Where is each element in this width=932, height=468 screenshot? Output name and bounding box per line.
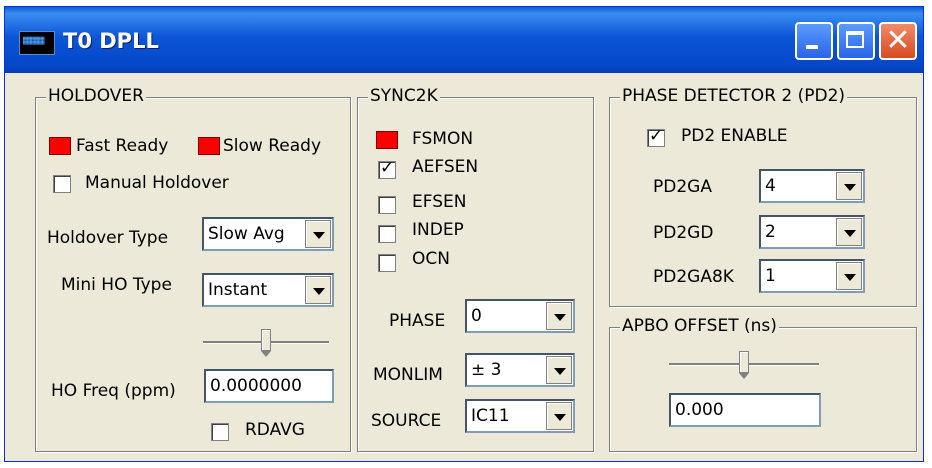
fsmon-label: FSMON bbox=[412, 129, 474, 149]
apbo-offset-value: 0.000 bbox=[675, 400, 724, 420]
phase-value: 0 bbox=[471, 306, 482, 326]
monlim-label: MONLIM bbox=[373, 365, 443, 385]
sync2k-title: SYNC2K bbox=[368, 86, 440, 106]
maximize-button[interactable] bbox=[837, 22, 875, 60]
check-icon: ✓ bbox=[649, 126, 664, 146]
source-label: SOURCE bbox=[371, 411, 442, 431]
minimize-icon bbox=[806, 45, 818, 49]
phase-select[interactable]: 0 bbox=[465, 299, 575, 333]
holdover-type-label: Holdover Type bbox=[47, 228, 169, 248]
mini-ho-type-select[interactable]: Instant bbox=[202, 273, 334, 307]
window-title: T0 DPLL bbox=[63, 29, 159, 53]
monlim-select[interactable]: ± 3 bbox=[465, 353, 575, 387]
pd2ga8k-value: 1 bbox=[765, 266, 776, 286]
pd2-enable-checkbox[interactable]: ✓ bbox=[647, 126, 665, 147]
t0-dpll-window: ▦▦▦ T0 DPLL ✕ HOLDOVER Fast Ready Slow R… bbox=[4, 6, 924, 462]
slider-thumb[interactable] bbox=[739, 351, 749, 379]
chevron-down-icon[interactable] bbox=[305, 276, 331, 304]
maximize-icon bbox=[846, 31, 864, 48]
title-bar[interactable]: ▦▦▦ T0 DPLL ✕ bbox=[5, 7, 923, 73]
chevron-down-icon[interactable] bbox=[305, 220, 331, 248]
pd2-enable-label[interactable]: PD2 ENABLE bbox=[681, 126, 788, 146]
pd2gd-label: PD2GD bbox=[653, 223, 714, 243]
fsmon-indicator bbox=[376, 131, 398, 149]
check-icon: ✓ bbox=[380, 158, 395, 178]
slider-thumb[interactable] bbox=[261, 329, 271, 357]
aefsen-label[interactable]: AEFSEN bbox=[412, 157, 478, 177]
apbo-offset-title: APBO OFFSET (ns) bbox=[620, 316, 779, 336]
pd2ga-label: PD2GA bbox=[653, 177, 712, 197]
source-select[interactable]: IC11 bbox=[465, 399, 575, 433]
chevron-down-icon[interactable] bbox=[546, 402, 572, 430]
chevron-down-icon[interactable] bbox=[836, 172, 862, 200]
manual-holdover-checkbox[interactable] bbox=[53, 175, 71, 193]
ocn-label[interactable]: OCN bbox=[412, 249, 450, 269]
aefsen-checkbox[interactable]: ✓ bbox=[378, 158, 396, 179]
slow-ready-label: Slow Ready bbox=[223, 136, 321, 156]
source-value: IC11 bbox=[471, 406, 510, 426]
apbo-offset-group: APBO OFFSET (ns) bbox=[609, 316, 917, 452]
chevron-down-icon[interactable] bbox=[836, 262, 862, 290]
indep-checkbox[interactable] bbox=[378, 225, 396, 243]
pd2gd-value: 2 bbox=[765, 222, 776, 242]
chevron-down-icon[interactable] bbox=[546, 356, 572, 384]
holdover-type-value: Slow Avg bbox=[208, 224, 285, 244]
chevron-down-icon[interactable] bbox=[546, 302, 572, 330]
pd2ga-value: 4 bbox=[765, 176, 776, 196]
holdover-title: HOLDOVER bbox=[46, 86, 146, 106]
ho-freq-value: 0.0000000 bbox=[210, 376, 302, 396]
ho-freq-label: HO Freq (ppm) bbox=[51, 381, 176, 401]
apbo-offset-input[interactable]: 0.000 bbox=[669, 393, 821, 427]
efsen-checkbox[interactable] bbox=[378, 196, 396, 214]
fast-ready-label: Fast Ready bbox=[76, 136, 169, 156]
rdavg-checkbox[interactable] bbox=[211, 423, 229, 441]
efsen-label[interactable]: EFSEN bbox=[412, 192, 466, 212]
pd2ga8k-select[interactable]: 1 bbox=[759, 259, 865, 293]
pd2ga8k-label: PD2GA8K bbox=[653, 267, 734, 287]
indep-label[interactable]: INDEP bbox=[412, 220, 464, 240]
apbo-offset-slider[interactable] bbox=[669, 349, 819, 379]
holdover-slider[interactable] bbox=[203, 327, 329, 357]
fast-ready-indicator bbox=[49, 137, 71, 155]
slow-ready-indicator bbox=[198, 137, 220, 155]
chevron-down-icon[interactable] bbox=[836, 218, 862, 246]
mini-ho-type-value: Instant bbox=[208, 280, 268, 300]
app-icon[interactable]: ▦▦▦ bbox=[19, 31, 55, 55]
close-icon: ✕ bbox=[885, 23, 911, 58]
rdavg-label[interactable]: RDAVG bbox=[245, 420, 305, 440]
minimize-button[interactable] bbox=[795, 22, 833, 60]
phase-label: PHASE bbox=[389, 311, 446, 331]
pd2-title: PHASE DETECTOR 2 (PD2) bbox=[620, 86, 848, 106]
pd2gd-select[interactable]: 2 bbox=[759, 215, 865, 249]
close-button[interactable]: ✕ bbox=[879, 22, 917, 60]
manual-holdover-label[interactable]: Manual Holdover bbox=[85, 173, 229, 193]
mini-ho-type-label: Mini HO Type bbox=[61, 275, 172, 295]
holdover-type-select[interactable]: Slow Avg bbox=[202, 217, 334, 251]
pd2ga-select[interactable]: 4 bbox=[759, 169, 865, 203]
monlim-value: ± 3 bbox=[471, 360, 502, 380]
ocn-checkbox[interactable] bbox=[378, 254, 396, 272]
ho-freq-input[interactable]: 0.0000000 bbox=[204, 369, 334, 403]
